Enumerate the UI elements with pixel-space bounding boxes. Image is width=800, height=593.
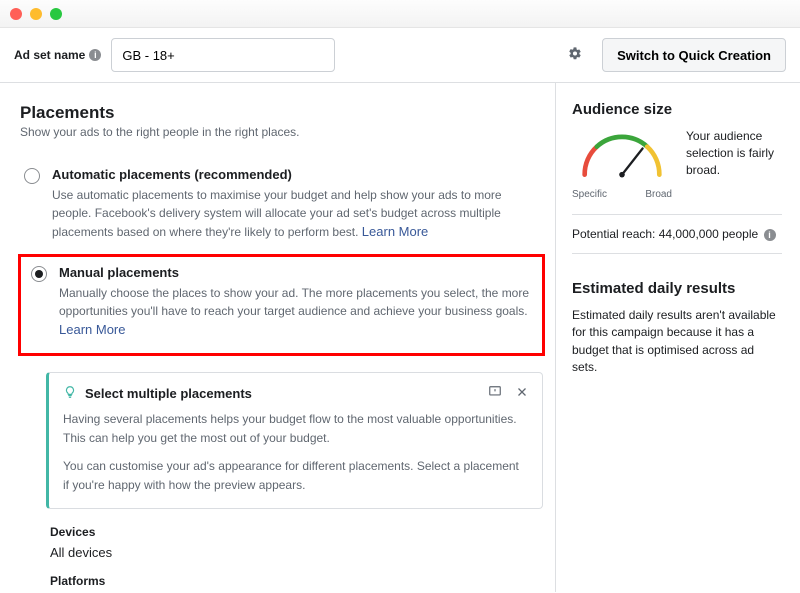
info-icon[interactable]: i [764, 229, 776, 241]
close-window-icon[interactable] [10, 8, 22, 20]
divider [572, 253, 782, 254]
audience-gauge-row: Specific Broad Your audience selection i… [572, 128, 782, 200]
reach-value: 44,000,000 people [659, 227, 758, 241]
potential-reach: Potential reach: 44,000,000 people i [572, 227, 782, 241]
manual-highlight-box: Manual placements Manually choose the pl… [18, 254, 545, 357]
right-column: Audience size Specific Broad Your audien… [556, 83, 800, 592]
devices-platforms: Devices All devices Platforms ✓ Facebook… [50, 525, 543, 592]
ad-set-name-text: Ad set name [14, 48, 85, 62]
divider [572, 214, 782, 215]
daily-results-desc: Estimated daily results aren't available… [572, 307, 782, 377]
tip-p1: Having several placements helps your bud… [63, 410, 528, 447]
reach-label: Potential reach: [572, 227, 655, 241]
tip-p2: You can customise your ad's appearance f… [63, 457, 528, 494]
gauge-icon: Specific Broad [572, 128, 672, 200]
learn-more-link[interactable]: Learn More [362, 224, 428, 239]
ad-set-name-input-wrap [111, 38, 592, 72]
maximize-window-icon[interactable] [50, 8, 62, 20]
ad-set-name-label: Ad set name i [14, 48, 101, 62]
ad-set-name-input[interactable] [111, 38, 335, 72]
left-column: Placements Show your ads to the right pe… [0, 83, 556, 592]
tip-title: Select multiple placements [85, 386, 480, 401]
main-columns: Placements Show your ads to the right pe… [0, 83, 800, 592]
gauge-broad-label: Broad [645, 189, 672, 200]
top-bar: Ad set name i Switch to Quick Creation [0, 28, 800, 83]
info-icon[interactable]: i [89, 49, 101, 61]
tip-body: Having several placements helps your bud… [63, 410, 528, 494]
window-titlebar [0, 0, 800, 28]
manual-title: Manual placements [59, 265, 532, 280]
audience-size-title: Audience size [572, 101, 782, 118]
learn-more-link[interactable]: Learn More [59, 322, 125, 337]
automatic-placements-option[interactable]: Automatic placements (recommended) Use a… [20, 159, 543, 242]
manual-desc: Manually choose the places to show your … [59, 284, 532, 340]
manual-placements-option[interactable]: Manual placements Manually choose the pl… [27, 263, 536, 340]
daily-results-title: Estimated daily results [572, 280, 782, 297]
feedback-icon[interactable] [488, 385, 502, 402]
platforms-label: Platforms [50, 574, 543, 588]
lightbulb-icon [63, 385, 77, 402]
automatic-title: Automatic placements (recommended) [52, 167, 539, 182]
devices-value[interactable]: All devices [50, 545, 543, 560]
close-icon[interactable] [516, 385, 528, 402]
devices-label: Devices [50, 525, 543, 539]
tip-header: Select multiple placements [63, 385, 528, 402]
radio-unselected-icon[interactable] [24, 168, 40, 184]
placements-title: Placements [20, 103, 543, 123]
switch-quick-creation-button[interactable]: Switch to Quick Creation [602, 38, 786, 72]
minimize-window-icon[interactable] [30, 8, 42, 20]
tip-actions [488, 385, 528, 402]
tip-card: Select multiple placements Having severa… [46, 372, 543, 509]
gauge-specific-label: Specific [572, 189, 607, 200]
automatic-desc-text: Use automatic placements to maximise you… [52, 188, 502, 239]
audience-message: Your audience selection is fairly broad. [686, 128, 782, 178]
placements-subtitle: Show your ads to the right people in the… [20, 125, 543, 139]
daily-results-block: Estimated daily results Estimated daily … [572, 280, 782, 377]
manual-desc-text: Manually choose the places to show your … [59, 286, 529, 318]
gear-icon[interactable] [564, 43, 586, 68]
automatic-desc: Use automatic placements to maximise you… [52, 186, 539, 242]
radio-selected-icon[interactable] [31, 266, 47, 282]
